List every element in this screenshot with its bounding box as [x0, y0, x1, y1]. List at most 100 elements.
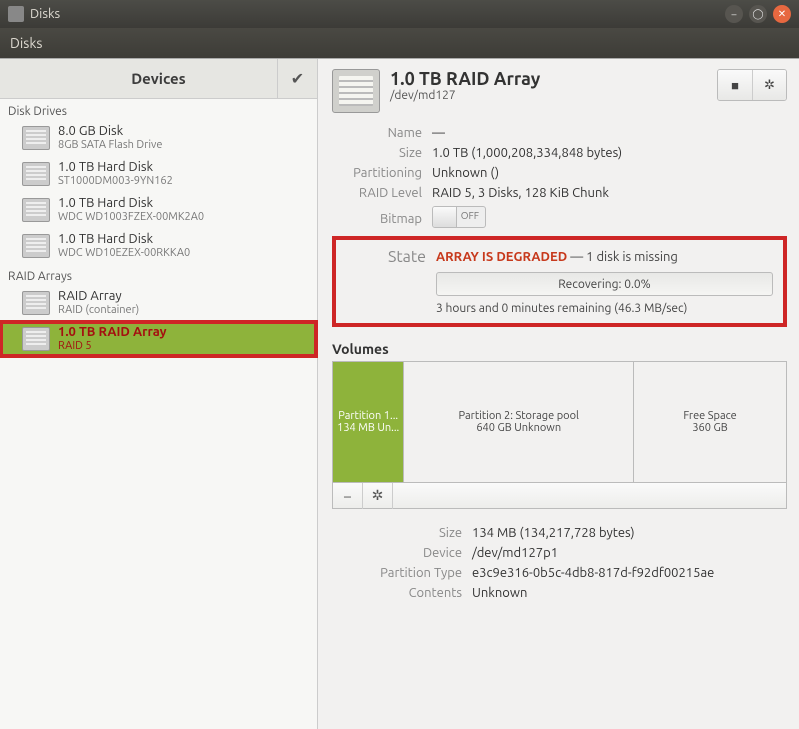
device-title: 1.0 TB Hard Disk	[58, 195, 204, 211]
prop-value: e3c9e316-0b5c-4db8-817d-f92df00215ae	[472, 566, 787, 580]
volumes-box: Partition 1... 134 MB Un... Partition 2:…	[332, 361, 787, 509]
apply-icon[interactable]: ✔	[277, 59, 317, 99]
recovery-progress: Recovering: 0.0%	[436, 272, 773, 296]
device-sub: WDC WD10EZEX-00RKKA0	[58, 247, 190, 261]
vol-title: Partition 1...	[338, 410, 398, 422]
gear-button[interactable]: ✲	[752, 70, 786, 100]
prop-row: Bitmap OFF	[332, 203, 787, 234]
prop-label: Name	[332, 126, 422, 140]
prop-row: Name —	[332, 123, 787, 143]
raid-icon	[22, 327, 50, 351]
vol-sub: 360 GB	[692, 422, 727, 434]
recovery-remaining: 3 hours and 0 minutes remaining (46.3 MB…	[436, 302, 773, 315]
main-header: 1.0 TB RAID Array /dev/md127 ■ ✲	[332, 69, 787, 113]
prop-row: Size 1.0 TB (1,000,208,334,848 bytes)	[332, 143, 787, 163]
properties: Name — Size 1.0 TB (1,000,208,334,848 by…	[332, 123, 787, 234]
device-item[interactable]: 8.0 GB Disk 8GB SATA Flash Drive	[0, 120, 317, 156]
main-title: 1.0 TB RAID Array	[390, 69, 540, 89]
prop-row: Partition Type e3c9e316-0b5c-4db8-817d-f…	[332, 563, 787, 583]
prop-label: Device	[332, 546, 462, 560]
state-degraded: ARRAY IS DEGRADED	[436, 250, 567, 264]
content: Devices ✔ Disk Drives 8.0 GB Disk 8GB SA…	[0, 58, 799, 729]
section-raid-arrays: RAID Arrays	[0, 264, 317, 285]
volume-segment[interactable]: Partition 1... 134 MB Un...	[333, 362, 404, 482]
raid-array-icon	[332, 69, 380, 113]
device-title: 8.0 GB Disk	[58, 123, 162, 139]
stop-button[interactable]: ■	[718, 70, 752, 100]
prop-row: Partitioning Unknown ()	[332, 163, 787, 183]
disk-icon	[22, 126, 50, 150]
prop-row: Size 134 MB (134,217,728 bytes)	[332, 523, 787, 543]
disk-icon	[22, 234, 50, 258]
window-title: Disks	[30, 7, 60, 21]
raid-icon	[22, 291, 50, 315]
prop-label: Partitioning	[332, 166, 422, 180]
prop-label: Bitmap	[332, 212, 422, 226]
device-title: 1.0 TB Hard Disk	[58, 159, 173, 175]
vol-title: Partition 2: Storage pool	[459, 410, 579, 422]
device-sub: RAID 5	[58, 340, 167, 354]
prop-label: Contents	[332, 586, 462, 600]
sidebar-header-title: Devices	[0, 70, 317, 87]
prop-value: 1.0 TB (1,000,208,334,848 bytes)	[432, 146, 787, 160]
volume-gear-button[interactable]: ✲	[363, 483, 393, 509]
prop-label: Partition Type	[332, 566, 462, 580]
sidebar: Devices ✔ Disk Drives 8.0 GB Disk 8GB SA…	[0, 59, 318, 729]
prop-value: —	[432, 126, 787, 140]
section-disk-drives: Disk Drives	[0, 99, 317, 120]
device-item[interactable]: RAID Array RAID (container)	[0, 285, 317, 321]
device-item[interactable]: 1.0 TB Hard Disk WDC WD1003FZEX-00MK2A0	[0, 192, 317, 228]
minimize-button[interactable]: –	[725, 5, 743, 23]
device-sub: WDC WD1003FZEX-00MK2A0	[58, 211, 204, 225]
prop-value: /dev/md127p1	[472, 546, 787, 560]
disk-icon	[22, 198, 50, 222]
volume-segment[interactable]: Partition 2: Storage pool 640 GB Unknown	[404, 362, 634, 482]
vol-sub: 640 GB Unknown	[476, 422, 561, 434]
prop-row: Contents Unknown	[332, 583, 787, 603]
close-button[interactable]: ✕	[773, 5, 791, 23]
vol-sub: 134 MB Un...	[337, 422, 399, 434]
device-item[interactable]: 1.0 TB Hard Disk ST1000DM003-9YN162	[0, 156, 317, 192]
prop-row: RAID Level RAID 5, 3 Disks, 128 KiB Chun…	[332, 183, 787, 203]
prop-value: Unknown	[472, 586, 787, 600]
bitmap-switch[interactable]: OFF	[432, 206, 486, 228]
state-label: State	[336, 248, 426, 266]
device-title: 1.0 TB Hard Disk	[58, 231, 190, 247]
volume-details: Size 134 MB (134,217,728 bytes) Device /…	[332, 523, 787, 603]
main-panel: 1.0 TB RAID Array /dev/md127 ■ ✲ Name — …	[318, 59, 799, 729]
prop-label: Size	[332, 146, 422, 160]
header-buttons: ■ ✲	[717, 69, 787, 101]
app-icon	[8, 6, 24, 22]
vol-title: Free Space	[683, 410, 736, 422]
state-box: State ARRAY IS DEGRADED — 1 disk is miss…	[332, 236, 787, 327]
remove-volume-button[interactable]: –	[333, 483, 363, 509]
device-item[interactable]: 1.0 TB Hard Disk WDC WD10EZEX-00RKKA0	[0, 228, 317, 264]
volumes-title: Volumes	[332, 341, 787, 357]
maximize-button[interactable]: ◯	[749, 5, 767, 23]
volume-toolbar: – ✲	[333, 482, 786, 508]
volume-bar: Partition 1... 134 MB Un... Partition 2:…	[333, 362, 786, 482]
device-sub: 8GB SATA Flash Drive	[58, 139, 162, 153]
prop-value: Unknown ()	[432, 166, 787, 180]
state-row: State ARRAY IS DEGRADED — 1 disk is miss…	[336, 248, 773, 266]
device-item-selected[interactable]: 1.0 TB RAID Array RAID 5	[0, 321, 317, 357]
prop-row: Device /dev/md127p1	[332, 543, 787, 563]
sidebar-header: Devices ✔	[0, 59, 317, 99]
prop-value: RAID 5, 3 Disks, 128 KiB Chunk	[432, 186, 787, 200]
state-rest: — 1 disk is missing	[567, 250, 678, 264]
prop-value: OFF	[432, 206, 787, 231]
toolbar: Disks	[0, 28, 799, 58]
device-title: 1.0 TB RAID Array	[58, 324, 167, 340]
disk-icon	[22, 162, 50, 186]
toolbar-title: Disks	[10, 35, 43, 51]
main-path: /dev/md127	[390, 89, 540, 102]
device-title: RAID Array	[58, 288, 139, 304]
device-sub: ST1000DM003-9YN162	[58, 175, 173, 189]
prop-label: RAID Level	[332, 186, 422, 200]
device-sub: RAID (container)	[58, 304, 139, 318]
volume-segment[interactable]: Free Space 360 GB	[634, 362, 786, 482]
titlebar: Disks – ◯ ✕	[0, 0, 799, 28]
disks-window: Disks – ◯ ✕ Disks Devices ✔ Disk Drives …	[0, 0, 799, 729]
prop-value: 134 MB (134,217,728 bytes)	[472, 526, 787, 540]
prop-label: Size	[332, 526, 462, 540]
